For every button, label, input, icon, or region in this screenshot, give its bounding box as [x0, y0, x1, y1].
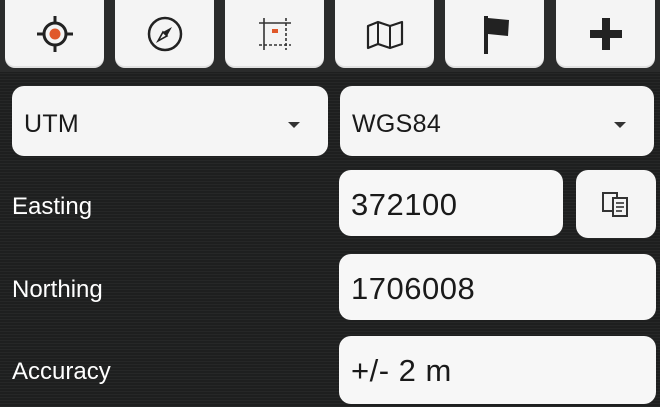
flag-button[interactable] — [445, 0, 544, 68]
datum-dropdown[interactable]: WGS84 — [340, 86, 654, 156]
crosshair-icon — [36, 16, 73, 52]
coordinate-system-value: UTM — [24, 110, 80, 138]
copy-icon — [602, 192, 628, 217]
plus-icon — [589, 18, 622, 50]
easting-field[interactable]: 372100 — [339, 170, 563, 236]
compass-icon — [147, 16, 182, 52]
add-button[interactable] — [556, 0, 655, 68]
map-icon — [366, 20, 403, 50]
area-button[interactable] — [225, 0, 324, 68]
northing-field[interactable]: 1706008 — [339, 254, 656, 320]
map-button[interactable] — [335, 0, 434, 68]
area-select-icon — [258, 18, 291, 50]
coordinate-system-dropdown[interactable]: UTM — [12, 86, 328, 156]
compass-button[interactable] — [115, 0, 214, 68]
accuracy-label: Accuracy — [12, 358, 111, 385]
flag-icon — [483, 16, 509, 54]
chevron-down-icon — [288, 122, 300, 128]
northing-label: Northing — [12, 276, 103, 303]
northing-value: 1706008 — [351, 271, 476, 306]
toolbar — [0, 0, 660, 72]
datum-value: WGS84 — [352, 110, 442, 138]
copy-button[interactable] — [576, 170, 656, 238]
accuracy-field: +/- 2 m — [339, 336, 656, 404]
easting-value: 372100 — [351, 187, 458, 222]
easting-label: Easting — [12, 193, 93, 220]
chevron-down-icon — [614, 122, 626, 128]
accuracy-value: +/- 2 m — [351, 353, 452, 388]
locate-button[interactable] — [5, 0, 104, 68]
